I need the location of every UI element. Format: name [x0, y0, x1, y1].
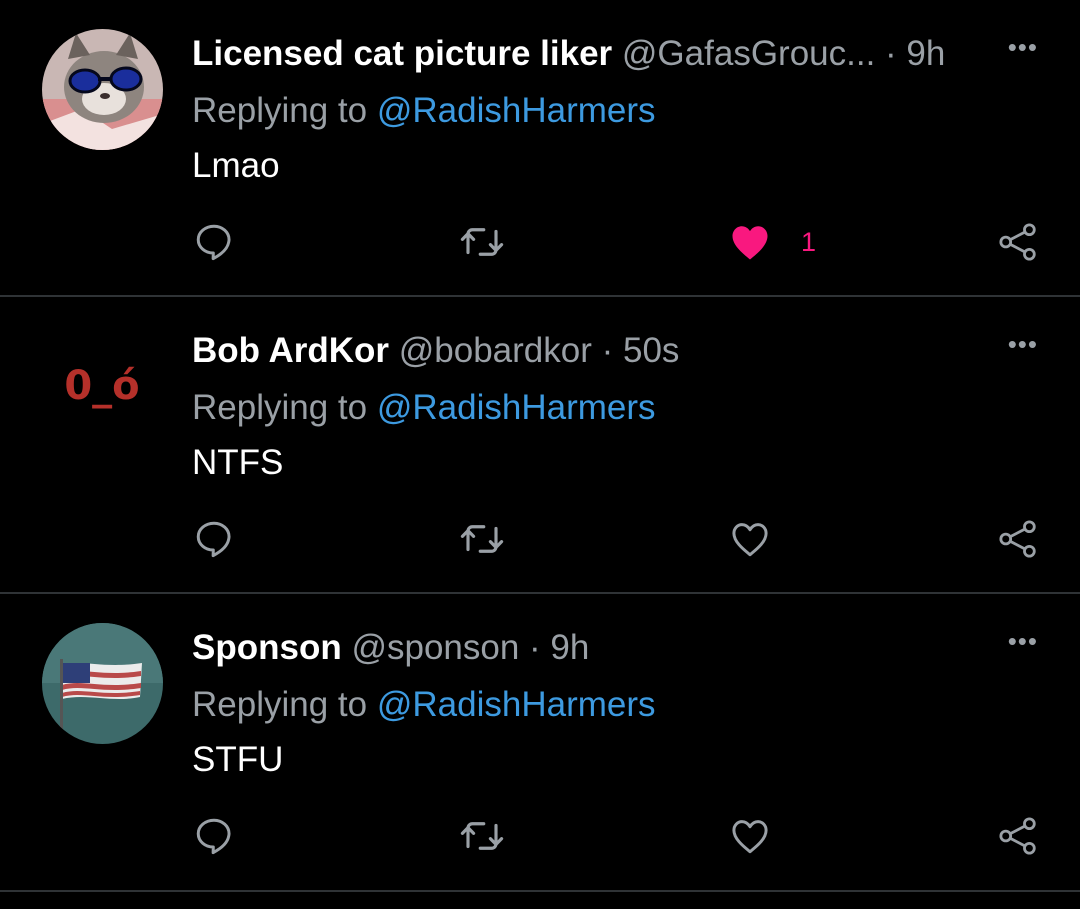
flag-avatar-image: [42, 623, 163, 744]
more-icon[interactable]: •••: [1008, 626, 1038, 657]
tweet-text: NTFS: [192, 443, 284, 482]
avatar[interactable]: 0_ó: [42, 326, 163, 447]
replying-to: Replying to @RadishHarmers: [192, 88, 656, 134]
like-icon: [732, 523, 768, 557]
handle[interactable]: @GafasGrouc...: [622, 34, 875, 73]
more-icon[interactable]: •••: [1008, 329, 1038, 360]
tweet-text: Lmao: [192, 146, 280, 185]
replying-to-label: Replying to: [192, 91, 368, 130]
display-name[interactable]: Licensed cat picture liker: [192, 34, 612, 73]
timestamp[interactable]: · 9h: [529, 628, 589, 667]
like-button[interactable]: [729, 812, 771, 860]
more-icon[interactable]: •••: [1008, 32, 1038, 63]
action-bar: [0, 812, 1080, 860]
replying-to-mention[interactable]: @RadishHarmers: [377, 388, 656, 427]
replying-to-label: Replying to: [192, 685, 368, 724]
replying-to-mention[interactable]: @RadishHarmers: [377, 91, 656, 130]
retweet-icon: [460, 525, 504, 553]
replying-to-mention[interactable]: @RadishHarmers: [377, 685, 656, 724]
tweet[interactable]: Licensed cat picture liker @GafasGrouc..…: [0, 0, 1080, 297]
timestamp[interactable]: · 9h: [885, 34, 945, 73]
replying-to: Replying to @RadishHarmers: [192, 682, 656, 728]
like-button[interactable]: 1: [729, 218, 816, 266]
avatar[interactable]: [42, 29, 163, 150]
handle[interactable]: @sponson: [351, 628, 519, 667]
share-button[interactable]: [997, 218, 1039, 266]
retweet-icon: [460, 228, 504, 256]
share-icon: [999, 223, 1036, 261]
reply-icon: [196, 521, 231, 558]
display-name[interactable]: Sponson: [192, 628, 342, 667]
reply-button[interactable]: [193, 515, 235, 563]
avatar-image: 0_ó: [64, 363, 139, 409]
reply-button[interactable]: [193, 218, 235, 266]
tweet-header: Bob ArdKor @bobardkor · 50s: [192, 327, 679, 375]
like-icon: [732, 820, 768, 854]
avatar[interactable]: [42, 623, 163, 744]
action-bar: [0, 515, 1080, 563]
timestamp[interactable]: · 50s: [602, 331, 680, 370]
display-name[interactable]: Bob ArdKor: [192, 331, 389, 370]
retweet-button[interactable]: [458, 515, 506, 563]
share-button[interactable]: [997, 812, 1039, 860]
reply-icon: [196, 224, 231, 261]
retweet-icon: [460, 822, 504, 850]
like-button[interactable]: [729, 515, 771, 563]
share-icon: [999, 520, 1036, 558]
like-count: 1: [801, 226, 817, 257]
avatar-text: 0_ó: [64, 363, 139, 409]
reply-icon: [196, 818, 231, 855]
reply-feed: Licensed cat picture liker @GafasGrouc..…: [0, 0, 1080, 892]
retweet-button[interactable]: [458, 218, 506, 266]
tweet[interactable]: 0_ó Bob ArdKor @bobardkor · 50s ••• Repl…: [0, 297, 1080, 594]
cat-avatar-image: [42, 29, 163, 150]
tweet-header: Sponson @sponson · 9h: [192, 624, 589, 672]
share-icon: [999, 817, 1036, 855]
tweet[interactable]: Sponson @sponson · 9h ••• Replying to @R…: [0, 594, 1080, 892]
retweet-button[interactable]: [458, 812, 506, 860]
reply-button[interactable]: [193, 812, 235, 860]
replying-to-label: Replying to: [192, 388, 368, 427]
tweet-header: Licensed cat picture liker @GafasGrouc..…: [192, 30, 945, 78]
like-icon: [732, 226, 768, 260]
handle[interactable]: @bobardkor: [399, 331, 592, 370]
replying-to: Replying to @RadishHarmers: [192, 385, 656, 431]
share-button[interactable]: [997, 515, 1039, 563]
action-bar: 1: [0, 218, 1080, 266]
tweet-text: STFU: [192, 740, 284, 779]
